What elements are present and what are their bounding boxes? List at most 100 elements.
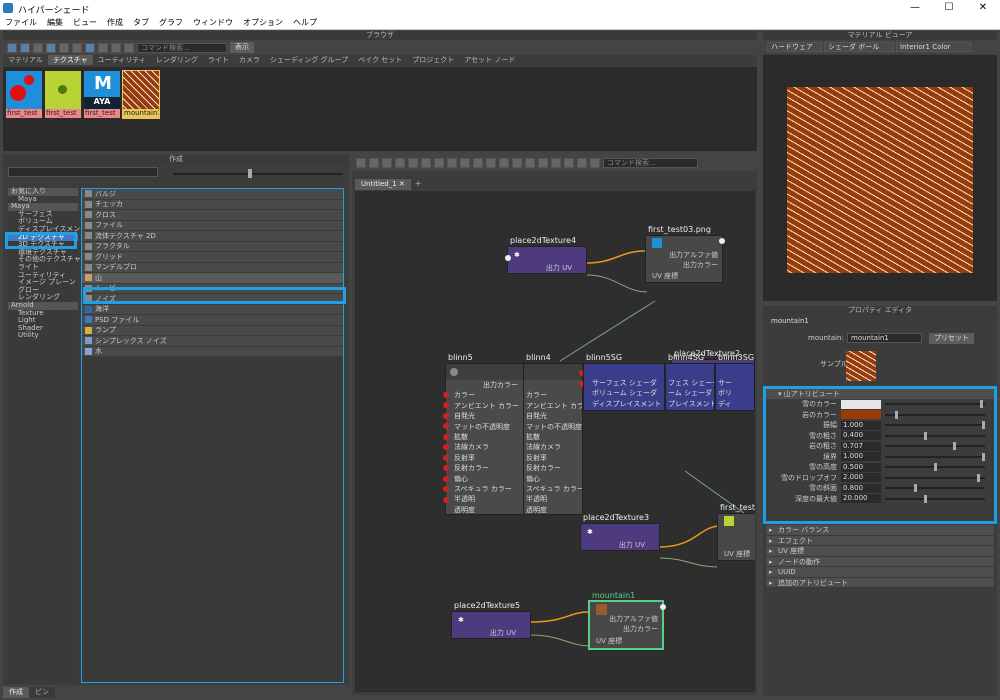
attr-boundary[interactable]: 境界 1.000 xyxy=(766,452,994,463)
tab-lights[interactable]: ライト xyxy=(203,55,234,65)
thumb-first-test-1[interactable]: first_test xyxy=(6,71,42,118)
environment-select[interactable]: Interior1 Color xyxy=(896,42,971,52)
tab-utilities[interactable]: ユーティリティ xyxy=(93,55,151,65)
node-blinn3sg[interactable]: blinn3SG サー ボリ ディ xyxy=(715,353,755,411)
list-item[interactable]: 水 xyxy=(82,346,343,357)
rock-color-swatch[interactable] xyxy=(841,410,881,420)
tab-projects[interactable]: プロジェクト xyxy=(407,55,459,65)
list-item[interactable]: フラクタル xyxy=(82,241,343,252)
attr-snow-roughness[interactable]: 雪の粗さ 0.400 xyxy=(766,431,994,442)
swatch-icon[interactable] xyxy=(577,158,587,168)
graph-tab-untitled[interactable]: Untitled_1 ✕ xyxy=(355,179,411,190)
attribute-filter-icon[interactable] xyxy=(525,158,535,168)
minimize-button[interactable]: — xyxy=(898,0,932,16)
menu-view[interactable]: ビュー xyxy=(73,16,97,29)
graph-search-input[interactable]: コマンド検索... xyxy=(603,158,698,168)
menu-graph[interactable]: グラフ xyxy=(159,16,183,29)
tree-item[interactable]: Utility xyxy=(8,332,78,340)
large-icon-icon[interactable] xyxy=(85,42,95,53)
tab-bins[interactable]: ビン xyxy=(29,687,55,698)
section-effects[interactable]: エフェクト xyxy=(766,535,994,546)
show-button[interactable]: 表示 xyxy=(230,42,254,53)
output-connections-icon[interactable] xyxy=(382,158,392,168)
list-item[interactable]: クロス xyxy=(82,210,343,221)
search-icon[interactable] xyxy=(512,158,522,168)
list-item[interactable]: 海洋 xyxy=(82,304,343,315)
slider-handle[interactable] xyxy=(914,484,918,493)
slider-handle[interactable] xyxy=(980,400,984,409)
slider-handle[interactable] xyxy=(923,494,927,503)
list-item-mountain[interactable]: 山 xyxy=(82,273,343,284)
slider-handle[interactable] xyxy=(982,421,985,430)
medium-icon-icon[interactable] xyxy=(72,42,82,53)
tab-shading-groups[interactable]: シェーディング グループ xyxy=(265,55,353,65)
slider-handle[interactable] xyxy=(977,473,981,482)
attr-amplitude[interactable]: 振幅 1.000 xyxy=(766,420,994,431)
filter-icon[interactable] xyxy=(111,42,121,53)
slider-handle[interactable] xyxy=(952,442,956,451)
list-item[interactable]: バルジ xyxy=(82,189,343,200)
remove-node-icon[interactable] xyxy=(421,158,431,168)
frame-selected-icon[interactable] xyxy=(447,158,457,168)
tab-rendering[interactable]: レンダリング xyxy=(151,55,203,65)
preset-button[interactable]: プリセット xyxy=(929,333,974,344)
grid-view-icon[interactable] xyxy=(20,42,30,53)
section-node-behavior[interactable]: ノードの動作 xyxy=(766,556,994,567)
slider-handle[interactable] xyxy=(894,410,898,419)
slider-handle[interactable] xyxy=(248,169,252,178)
simple-mode-icon[interactable] xyxy=(460,158,470,168)
node-blinn4[interactable]: blinn4 カラー アンビエント カラー 自発光 マットの不透明度 拡散 法線… xyxy=(523,353,585,515)
node-blinn4sg[interactable]: blinn4SG フェス シェーダ ーム シェーダ プレイスメント シ xyxy=(665,353,715,411)
small-icon-icon[interactable] xyxy=(59,42,69,53)
list-view-icon[interactable] xyxy=(33,42,43,53)
attr-snow-slope[interactable]: 雪の斜面 0.800 xyxy=(766,483,994,494)
attr-snow-color[interactable]: 雪のカラー xyxy=(766,399,994,410)
grid-icon[interactable] xyxy=(551,158,561,168)
menu-window[interactable]: ウィンドウ xyxy=(193,16,233,29)
node-place2dtexture3[interactable]: place2dTexture3 ✱ 出力 UV xyxy=(580,513,660,551)
node-mountain1[interactable]: mountain1 出力アルファ値 出力カラー UV 座標 xyxy=(588,591,666,650)
attr-depth-max[interactable]: 深度の最大値 20.000 xyxy=(766,494,994,505)
icon-view-icon[interactable] xyxy=(46,42,56,53)
browser-search-input[interactable]: コマンド検索... xyxy=(137,42,227,53)
attr-snow-dropoff[interactable]: 雪のドロップオフ 2.000 xyxy=(766,473,994,484)
list-item[interactable]: マンデルブロ xyxy=(82,262,343,273)
node-blinn5[interactable]: blinn5 出力カラー カラー アンビエント カラー 自発光 マットの不透明度… xyxy=(443,353,525,515)
menu-help[interactable]: ヘルプ xyxy=(293,16,317,29)
list-item[interactable]: ファイル xyxy=(82,220,343,231)
node-tab[interactable]: mountain1 xyxy=(763,315,997,327)
section-extra-attributes[interactable]: 追加のアトリビュート xyxy=(766,577,994,588)
snap-icon[interactable] xyxy=(564,158,574,168)
io-connections-icon[interactable] xyxy=(369,158,379,168)
pin-icon[interactable] xyxy=(538,158,548,168)
node-place2dtexture4[interactable]: place2dTexture4 ✱ 出力 UV xyxy=(505,236,587,274)
menu-file[interactable]: ファイル xyxy=(5,16,37,29)
slider-handle[interactable] xyxy=(933,463,937,472)
tab-cameras[interactable]: カメラ xyxy=(234,55,265,65)
tab-materials[interactable]: マテリアル xyxy=(3,55,48,65)
list-item[interactable]: シンプレックス ノイズ xyxy=(82,336,343,347)
menu-options[interactable]: オプション xyxy=(243,16,283,29)
section-uv-coords[interactable]: UV 座標 xyxy=(766,546,994,557)
tab-bake-sets[interactable]: ベイク セット xyxy=(353,55,407,65)
custom-mode-icon[interactable] xyxy=(499,158,509,168)
create-search-input[interactable] xyxy=(8,167,158,177)
list-item[interactable]: PSD ファイル xyxy=(82,315,343,326)
add-node-icon[interactable] xyxy=(408,158,418,168)
node-first-test0[interactable]: first_test0 UV 座標 xyxy=(717,503,755,561)
node-first-test03[interactable]: first_test03.png 出力アルファ値 出力カラー UV 座標 xyxy=(645,225,725,283)
tab-asset-nodes[interactable]: アセット ノード xyxy=(459,55,520,65)
full-mode-icon[interactable] xyxy=(486,158,496,168)
close-button[interactable]: ✕ xyxy=(966,0,1000,16)
thumb-first-test-3[interactable]: M AYA first_test xyxy=(84,71,120,118)
thumb-first-test-2[interactable]: first_test xyxy=(45,71,81,118)
list-item[interactable]: 流体テクスチャ 2D xyxy=(82,231,343,242)
input-connections-icon[interactable] xyxy=(356,158,366,168)
node-graph-canvas[interactable]: place2dTexture4 ✱ 出力 UV first_test03.png… xyxy=(355,191,755,692)
tab-create[interactable]: 作成 xyxy=(3,687,29,698)
refresh-icon[interactable] xyxy=(124,42,134,53)
connected-mode-icon[interactable] xyxy=(473,158,483,168)
frame-all-icon[interactable] xyxy=(434,158,444,168)
graph-icon[interactable] xyxy=(7,42,17,53)
layout-icon[interactable] xyxy=(590,158,600,168)
